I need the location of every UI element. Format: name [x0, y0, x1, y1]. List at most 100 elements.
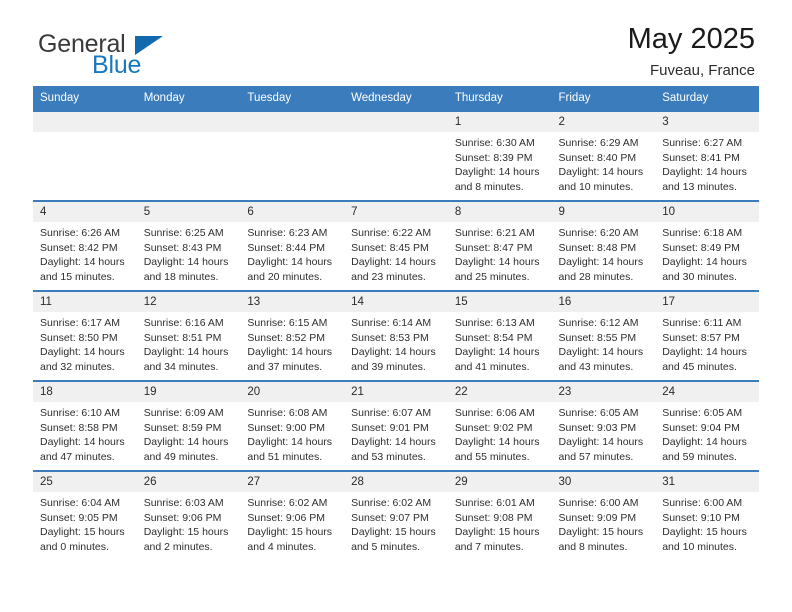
daylight-text: Daylight: 14 hours and 30 minutes.: [662, 256, 747, 283]
day-cell-inner: 9 Sunrise: 6:20 AM Sunset: 8:48 PM Daylight…: [551, 202, 656, 290]
day-details: Sunrise: 6:20 AM Sunset: 8:48 PM Daylight:…: [552, 222, 656, 284]
calendar-day-cell[interactable]: 7 Sunrise: 6:22 AM Sunset: 8:45 PM Daylight…: [344, 200, 448, 291]
calendar-day-cell[interactable]: 5 Sunrise: 6:25 AM Sunset: 8:43 PM Daylight…: [136, 200, 241, 291]
calendar-day-cell[interactable]: 1 Sunrise: 6:30 AM Sunset: 8:39 PM Daylight…: [447, 110, 552, 201]
sunset-text: Sunset: 8:53 PM: [351, 331, 429, 344]
calendar-day-cell[interactable]: 24 Sunrise: 6:05 AM Sunset: 9:04 PM Dayligh…: [655, 380, 759, 471]
title-block: May 2025 Fuveau, France: [628, 22, 759, 82]
sunrise-text: Sunrise: 6:00 AM: [558, 497, 639, 509]
calendar-day-cell[interactable]: 9 Sunrise: 6:20 AM Sunset: 8:48 PM Daylight…: [551, 200, 656, 291]
day-details: Sunrise: 6:00 AM Sunset: 9:09 PM Daylight:…: [552, 492, 656, 554]
day-cell-inner: 26 Sunrise: 6:03 AM Sunset: 9:06 PM Dayligh…: [136, 472, 241, 560]
sunrise-text: Sunrise: 6:00 AM: [662, 497, 743, 509]
calendar-day-cell[interactable]: 8 Sunrise: 6:21 AM Sunset: 8:47 PM Daylight…: [447, 200, 552, 291]
calendar-day-cell[interactable]: 30 Sunrise: 6:00 AM Sunset: 9:09 PM Dayligh…: [551, 470, 656, 560]
sunset-text: Sunset: 9:07 PM: [351, 511, 429, 524]
sunset-text: Sunset: 9:06 PM: [143, 511, 222, 524]
page-title: May 2025: [627, 23, 755, 55]
calendar-day-cell[interactable]: 3 Sunrise: 6:27 AM Sunset: 8:41 PM Daylight…: [655, 110, 759, 201]
calendar-week-row: 18 Sunrise: 6:10 AM Sunset: 8:58 PM Dayligh…: [33, 380, 759, 471]
calendar-day-cell[interactable]: 15 Sunrise: 6:13 AM Sunset: 8:54 PM Dayligh…: [447, 290, 552, 381]
calendar-day-cell[interactable]: 25 Sunrise: 6:04 AM Sunset: 9:05 PM Dayligh…: [33, 470, 137, 560]
calendar-day-cell[interactable]: 2 Sunrise: 6:29 AM Sunset: 8:40 PM Daylight…: [551, 110, 656, 201]
calendar-day-cell[interactable]: 4 Sunrise: 6:26 AM Sunset: 8:42 PM Daylight…: [33, 200, 137, 291]
sunrise-text: Sunrise: 6:30 AM: [454, 137, 535, 149]
weekday-header-tuesday: Tuesday: [240, 86, 345, 111]
day-details: Sunrise: 6:04 AM Sunset: 9:05 PM Daylight:…: [33, 492, 137, 554]
calendar-day-cell[interactable]: 26 Sunrise: 6:03 AM Sunset: 9:06 PM Dayligh…: [136, 470, 241, 560]
daylight-text: Daylight: 14 hours and 10 minutes.: [558, 166, 644, 193]
sunset-text: Sunset: 8:50 PM: [40, 331, 118, 344]
day-number: 20: [240, 382, 345, 402]
daylight-text: Daylight: 14 hours and 57 minutes.: [558, 436, 644, 463]
sunrise-text: Sunrise: 6:23 AM: [247, 227, 328, 239]
sunset-text: Sunset: 9:09 PM: [558, 511, 637, 524]
daylight-text: Daylight: 14 hours and 47 minutes.: [40, 436, 125, 463]
day-details: Sunrise: 6:03 AM Sunset: 9:06 PM Daylight:…: [137, 492, 241, 554]
sunset-text: Sunset: 8:55 PM: [558, 331, 637, 344]
calendar-day-cell[interactable]: 6 Sunrise: 6:23 AM Sunset: 8:44 PM Daylight…: [240, 200, 345, 291]
sunset-text: Sunset: 9:08 PM: [454, 511, 533, 524]
calendar-day-cell[interactable]: 12 Sunrise: 6:16 AM Sunset: 8:51 PM Dayligh…: [136, 290, 241, 381]
sunrise-text: Sunrise: 6:29 AM: [558, 137, 639, 149]
day-cell-inner: 15 Sunrise: 6:13 AM Sunset: 8:54 PM Dayligh…: [447, 292, 552, 380]
calendar-day-cell[interactable]: 31 Sunrise: 6:00 AM Sunset: 9:10 PM Dayligh…: [655, 470, 759, 560]
calendar-day-cell[interactable]: 20 Sunrise: 6:08 AM Sunset: 9:00 PM Dayligh…: [240, 380, 345, 471]
day-cell-inner: 19 Sunrise: 6:09 AM Sunset: 8:59 PM Dayligh…: [136, 382, 241, 470]
day-number: 26: [136, 472, 241, 492]
daylight-text: Daylight: 14 hours and 23 minutes.: [351, 256, 436, 283]
calendar-cell-empty: [344, 110, 448, 201]
daylight-text: Daylight: 14 hours and 34 minutes.: [143, 346, 229, 373]
sunrise-text: Sunrise: 6:05 AM: [558, 407, 639, 419]
sunset-text: Sunset: 9:01 PM: [351, 421, 429, 434]
calendar-day-cell[interactable]: 29 Sunrise: 6:01 AM Sunset: 9:08 PM Dayligh…: [447, 470, 552, 560]
calendar-day-cell[interactable]: 22 Sunrise: 6:06 AM Sunset: 9:02 PM Dayligh…: [447, 380, 552, 471]
day-cell-inner: 24 Sunrise: 6:05 AM Sunset: 9:04 PM Dayligh…: [655, 382, 759, 470]
daylight-text: Daylight: 14 hours and 15 minutes.: [40, 256, 125, 283]
day-details: Sunrise: 6:15 AM Sunset: 8:52 PM Daylight:…: [240, 312, 344, 374]
day-cell-inner: 3 Sunrise: 6:27 AM Sunset: 8:41 PM Daylight…: [655, 112, 759, 200]
calendar-day-cell[interactable]: 19 Sunrise: 6:09 AM Sunset: 8:59 PM Dayligh…: [136, 380, 241, 471]
daylight-text: Daylight: 15 hours and 0 minutes.: [40, 526, 125, 553]
sunrise-text: Sunrise: 6:07 AM: [351, 407, 432, 419]
day-cell-inner: 14 Sunrise: 6:14 AM Sunset: 8:53 PM Dayligh…: [344, 292, 448, 380]
day-details: Sunrise: 6:17 AM Sunset: 8:50 PM Daylight:…: [33, 312, 137, 374]
day-number: 9: [551, 202, 656, 222]
day-number: 16: [551, 292, 656, 312]
calendar-day-cell[interactable]: 10 Sunrise: 6:18 AM Sunset: 8:49 PM Dayligh…: [655, 200, 759, 291]
day-cell-inner: 6 Sunrise: 6:23 AM Sunset: 8:44 PM Daylight…: [240, 202, 345, 290]
calendar-day-cell[interactable]: 23 Sunrise: 6:05 AM Sunset: 9:03 PM Dayligh…: [551, 380, 656, 471]
daylight-text: Daylight: 14 hours and 59 minutes.: [662, 436, 747, 463]
daylight-text: Daylight: 14 hours and 8 minutes.: [454, 166, 540, 193]
calendar-day-cell[interactable]: 18 Sunrise: 6:10 AM Sunset: 8:58 PM Dayligh…: [33, 380, 137, 471]
calendar-day-cell[interactable]: 14 Sunrise: 6:14 AM Sunset: 8:53 PM Dayligh…: [344, 290, 448, 381]
calendar-day-cell[interactable]: 13 Sunrise: 6:15 AM Sunset: 8:52 PM Dayligh…: [240, 290, 345, 381]
sunrise-text: Sunrise: 6:12 AM: [558, 317, 639, 329]
daylight-text: Daylight: 15 hours and 2 minutes.: [143, 526, 229, 553]
daylight-text: Daylight: 14 hours and 55 minutes.: [454, 436, 540, 463]
day-number: 24: [655, 382, 759, 402]
day-details: Sunrise: 6:01 AM Sunset: 9:08 PM Daylight:…: [448, 492, 552, 554]
sunset-text: Sunset: 9:04 PM: [662, 421, 740, 434]
sunset-text: Sunset: 9:05 PM: [40, 511, 118, 524]
weekday-header-thursday: Thursday: [447, 86, 552, 111]
sunrise-text: Sunrise: 6:10 AM: [40, 407, 120, 419]
calendar-day-cell[interactable]: 17 Sunrise: 6:11 AM Sunset: 8:57 PM Dayligh…: [655, 290, 759, 381]
calendar-day-cell[interactable]: 28 Sunrise: 6:02 AM Sunset: 9:07 PM Dayligh…: [344, 470, 448, 560]
sunrise-text: Sunrise: 6:18 AM: [662, 227, 743, 239]
sunrise-text: Sunrise: 6:02 AM: [351, 497, 432, 509]
day-number: 1: [447, 112, 552, 132]
calendar-day-cell[interactable]: 11 Sunrise: 6:17 AM Sunset: 8:50 PM Dayligh…: [33, 290, 137, 381]
daylight-text: Daylight: 14 hours and 39 minutes.: [351, 346, 436, 373]
sunrise-text: Sunrise: 6:13 AM: [454, 317, 535, 329]
calendar-day-cell[interactable]: 21 Sunrise: 6:07 AM Sunset: 9:01 PM Dayligh…: [344, 380, 448, 471]
day-cell-inner: 18 Sunrise: 6:10 AM Sunset: 8:58 PM Dayligh…: [33, 382, 137, 470]
calendar-day-cell[interactable]: 27 Sunrise: 6:02 AM Sunset: 9:06 PM Dayligh…: [240, 470, 345, 560]
day-number: 25: [33, 472, 137, 492]
sunrise-text: Sunrise: 6:03 AM: [143, 497, 224, 509]
day-cell-inner: 2 Sunrise: 6:29 AM Sunset: 8:40 PM Daylight…: [551, 112, 656, 200]
calendar-day-cell[interactable]: 16 Sunrise: 6:12 AM Sunset: 8:55 PM Dayligh…: [551, 290, 656, 381]
day-cell-inner: 29 Sunrise: 6:01 AM Sunset: 9:08 PM Dayligh…: [447, 472, 552, 560]
day-cell-inner: 12 Sunrise: 6:16 AM Sunset: 8:51 PM Dayligh…: [136, 292, 241, 380]
sunset-text: Sunset: 8:40 PM: [558, 151, 637, 164]
